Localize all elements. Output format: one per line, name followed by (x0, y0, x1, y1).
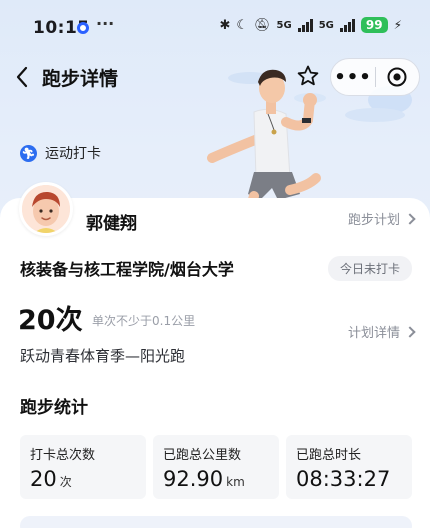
stat-number: 92.90 (163, 467, 224, 491)
more-button[interactable]: ••• (331, 58, 375, 96)
close-button[interactable] (376, 58, 419, 96)
stat-card-total-duration: 已跑总时长 08:33:27 (286, 435, 412, 499)
signal-5g-label-2: 5G (318, 19, 334, 31)
avatar (19, 182, 73, 236)
running-icon: 🏃︎ (20, 144, 37, 162)
signal-bars-icon-1 (297, 18, 313, 32)
stat-value: 08:33:27 (296, 467, 390, 491)
page-title: 跑步详情 (42, 68, 119, 90)
school-label: 核装备与核工程学院/烟台大学 (20, 260, 234, 279)
stat-card-total-checkins: 打卡总次数 20 次 (20, 435, 146, 499)
signal-5g-label-1: 5G (276, 19, 292, 31)
star-icon (297, 65, 319, 86)
plan-detail-link[interactable]: 计划详情 (347, 322, 416, 341)
avatar-image (22, 185, 70, 233)
badge-label: 运动打卡 (45, 146, 101, 162)
target-close-icon (387, 67, 407, 87)
status-more-dots: ··· (96, 14, 115, 33)
stats-section-title: 跑步统计 (20, 398, 88, 418)
stat-number: 20 (30, 467, 57, 491)
stat-value: 20 次 (30, 467, 72, 491)
signal-bars-icon-2 (339, 18, 355, 32)
season-name: 跃动青春体育季—阳光跑 (20, 347, 186, 365)
bluetooth-icon: ✱ (219, 17, 231, 33)
run-plan-link[interactable]: 跑步计划 (347, 209, 416, 228)
plan-detail-label: 计划详情 (347, 326, 400, 341)
stat-label: 打卡总次数 (30, 448, 96, 463)
chevron-right-icon (404, 325, 416, 338)
stat-label: 已跑总时长 (296, 448, 362, 463)
status-icons: ✱ ☾ 🔕︎ 5G 5G 99 ⚡︎ (219, 17, 402, 33)
stat-card-total-km: 已跑总公里数 92.90 km (153, 435, 279, 499)
app-indicator-icon (77, 22, 89, 34)
checkin-status-badge: 今日未打卡 (327, 256, 412, 281)
favorite-button[interactable] (296, 64, 322, 90)
battery-level: 99 (360, 17, 388, 33)
chevron-right-icon (404, 212, 416, 225)
run-plan-label: 跑步计划 (347, 213, 400, 228)
back-button[interactable] (10, 62, 34, 92)
stat-number: 08:33:27 (296, 467, 391, 491)
sport-checkin-badge: 🏃︎ 运动打卡 (20, 143, 101, 163)
chevron-left-icon (16, 66, 28, 88)
mute-bell-icon: 🔕︎ (254, 17, 271, 33)
stat-value: 92.90 km (163, 467, 245, 491)
more-dots-icon: ••• (334, 66, 372, 88)
stat-label: 已跑总公里数 (163, 448, 242, 463)
moon-icon: ☾ (236, 17, 248, 33)
status-bar: 10:15 ··· ✱ ☾ 🔕︎ 5G 5G 99 ⚡︎ (0, 0, 430, 56)
stat-unit: km (226, 475, 245, 489)
mini-program-capsule: ••• (330, 58, 420, 96)
stat-unit: 次 (59, 475, 72, 489)
run-count-note: 单次不少于0.1公里 (92, 314, 196, 328)
next-section-card (20, 516, 412, 528)
user-name: 郭健翔 (86, 214, 137, 234)
run-count: 20次 (18, 305, 83, 336)
charging-icon: ⚡︎ (393, 18, 402, 32)
